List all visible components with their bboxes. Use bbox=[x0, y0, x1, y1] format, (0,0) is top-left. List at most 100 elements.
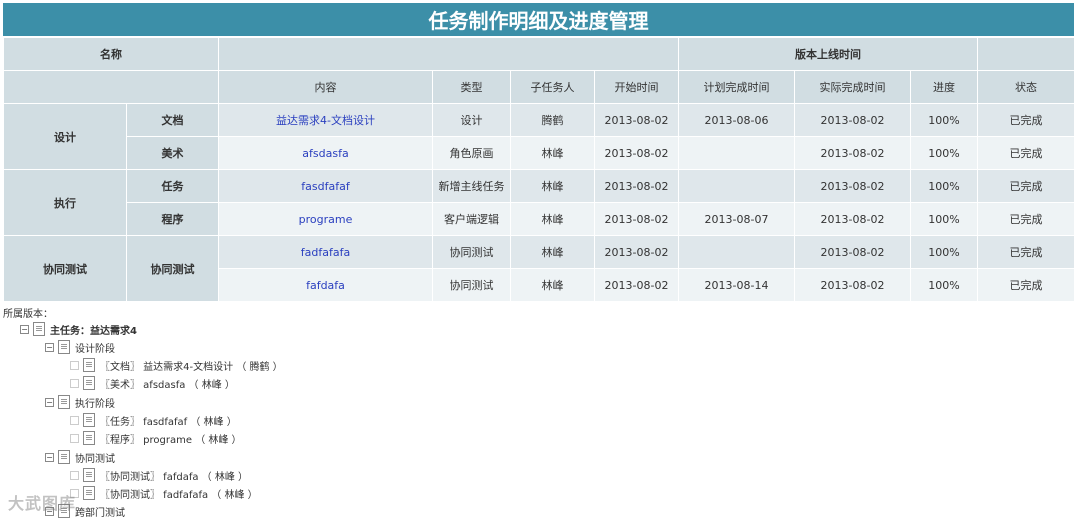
tree-node-item[interactable]: · 〖协同测试〗 fafdafa （ 林峰 ） bbox=[70, 467, 248, 483]
tree-node-phase[interactable]: − 执行阶段 bbox=[45, 394, 115, 410]
document-icon bbox=[83, 376, 95, 390]
col-header-actual: 实际完成时间 bbox=[794, 70, 911, 104]
task-link[interactable]: fasdfafaf bbox=[301, 180, 349, 193]
blank-header-end bbox=[977, 37, 1076, 71]
document-icon bbox=[83, 358, 95, 372]
task-table: 名称 版本上线时间 内容 类型 子任务人 开始时间 计划完成时间 实际完成时间 … bbox=[3, 37, 1076, 302]
actual-cell: 2013-08-02 bbox=[794, 268, 911, 302]
task-link[interactable]: 益达需求4-文档设计 bbox=[276, 114, 375, 127]
page: 任务制作明细及进度管理 名称 版本上线时间 内容 类型 子任务人 开始时间 计划… bbox=[0, 0, 1080, 524]
subcat-cell: 美术 bbox=[126, 136, 219, 170]
document-icon bbox=[58, 340, 70, 354]
col-header-content: 内容 bbox=[218, 70, 433, 104]
person-cell: 林峰 bbox=[510, 202, 595, 236]
plan-cell bbox=[678, 169, 795, 203]
subcat-cell: 协同测试 bbox=[126, 235, 219, 302]
person-cell: 林峰 bbox=[510, 235, 595, 269]
document-icon bbox=[83, 431, 95, 445]
document-icon bbox=[58, 450, 70, 464]
leaf-icon: · bbox=[70, 360, 79, 370]
tree-node-item[interactable]: · 〖文档〗 益达需求4-文档设计 （ 腾鹤 ） bbox=[70, 357, 283, 373]
tree-node-root[interactable]: − 主任务：益达需求4 bbox=[20, 321, 137, 337]
collapse-icon[interactable]: − bbox=[20, 324, 29, 334]
actual-cell: 2013-08-02 bbox=[794, 202, 911, 236]
version-time-header: 版本上线时间 bbox=[677, 37, 979, 71]
plan-cell: 2013-08-14 bbox=[678, 268, 795, 302]
tree-node-item[interactable]: · 〖协同测试〗 fadfafafa （ 林峰 ） bbox=[70, 485, 258, 501]
collapse-icon[interactable]: − bbox=[45, 452, 54, 462]
start-cell: 2013-08-02 bbox=[594, 103, 679, 137]
tree-node-phase[interactable]: − 设计阶段 bbox=[45, 339, 115, 355]
actual-cell: 2013-08-02 bbox=[794, 103, 911, 137]
progress-cell: 100% bbox=[909, 202, 979, 236]
document-icon bbox=[33, 322, 45, 336]
status-cell: 已完成 bbox=[977, 169, 1076, 203]
status-cell: 已完成 bbox=[977, 103, 1076, 137]
tree-node-item[interactable]: · 〖美术〗 afsdasfa （ 林峰 ） bbox=[70, 375, 235, 391]
col-header-plan: 计划完成时间 bbox=[678, 70, 795, 104]
actual-cell: 2013-08-02 bbox=[794, 235, 911, 269]
actual-cell: 2013-08-02 bbox=[794, 169, 911, 203]
start-cell: 2013-08-02 bbox=[594, 169, 679, 203]
col-header-progress: 进度 bbox=[909, 70, 979, 104]
start-cell: 2013-08-02 bbox=[594, 202, 679, 236]
table-row: 执行 任务 fasdfafaf 新增主线任务 林峰 2013-08-02 201… bbox=[3, 169, 1076, 236]
col-header-status: 状态 bbox=[977, 70, 1076, 104]
person-cell: 林峰 bbox=[510, 268, 595, 302]
table-row: 美术 afsdasfa 角色原画 林峰 2013-08-02 2013-08-0… bbox=[4, 136, 1076, 170]
progress-cell: 100% bbox=[909, 136, 979, 170]
col-header-person: 子任务人 bbox=[510, 70, 595, 104]
status-cell: 已完成 bbox=[977, 202, 1076, 236]
status-cell: 已完成 bbox=[977, 235, 1076, 269]
tree-node-phase[interactable]: − 协同测试 bbox=[45, 449, 115, 465]
group-execute: 执行 bbox=[3, 169, 127, 236]
type-cell: 客户端逻辑 bbox=[432, 202, 511, 236]
type-cell: 设计 bbox=[432, 103, 511, 137]
start-cell: 2013-08-02 bbox=[594, 136, 679, 170]
group-design: 设计 bbox=[3, 103, 127, 170]
tree-node-item[interactable]: · 〖任务〗 fasdfafaf （ 林峰 ） bbox=[70, 412, 237, 428]
plan-cell bbox=[678, 235, 795, 269]
subcat-cell: 程序 bbox=[126, 202, 219, 236]
document-icon bbox=[83, 486, 95, 500]
blank-header bbox=[218, 37, 679, 71]
leaf-icon: · bbox=[70, 470, 79, 480]
table-row: 程序 programe 客户端逻辑 林峰 2013-08-02 2013-08-… bbox=[4, 202, 1076, 236]
col-header-type: 类型 bbox=[432, 70, 511, 104]
col-header-start: 开始时间 bbox=[594, 70, 679, 104]
progress-cell: 100% bbox=[909, 103, 979, 137]
group-joint-test: 协同测试 bbox=[3, 235, 127, 302]
subcat-cell: 文档 bbox=[126, 103, 219, 137]
task-link[interactable]: programe bbox=[299, 213, 353, 226]
document-icon bbox=[83, 468, 95, 482]
document-icon bbox=[58, 395, 70, 409]
status-cell: 已完成 bbox=[977, 268, 1076, 302]
version-label: 所属版本： bbox=[3, 309, 53, 320]
collapse-icon[interactable]: − bbox=[45, 342, 54, 352]
document-icon bbox=[83, 413, 95, 427]
type-cell: 角色原画 bbox=[432, 136, 511, 170]
person-cell: 林峰 bbox=[510, 169, 595, 203]
task-link[interactable]: fadfafafa bbox=[301, 246, 350, 259]
table-row: 设计 文档 益达需求4-文档设计 设计 腾鹤 2013-08-02 2013-0… bbox=[3, 103, 1076, 170]
status-cell: 已完成 bbox=[977, 136, 1076, 170]
name-header: 名称 bbox=[3, 37, 219, 71]
page-title: 任务制作明细及进度管理 bbox=[3, 3, 1074, 36]
progress-cell: 100% bbox=[909, 169, 979, 203]
task-link[interactable]: afsdasfa bbox=[302, 147, 348, 160]
leaf-icon: · bbox=[70, 415, 79, 425]
table-row: 协同测试 协同测试 fadfafafa 协同测试 林峰 2013-08-02 2… bbox=[3, 235, 1076, 302]
start-cell: 2013-08-02 bbox=[594, 235, 679, 269]
person-cell: 腾鹤 bbox=[510, 103, 595, 137]
type-cell: 协同测试 bbox=[432, 268, 511, 302]
task-link[interactable]: fafdafa bbox=[306, 279, 345, 292]
blank-subheader bbox=[3, 70, 219, 104]
plan-cell bbox=[678, 136, 795, 170]
plan-cell: 2013-08-06 bbox=[678, 103, 795, 137]
watermark: 大武图库 bbox=[8, 494, 77, 513]
progress-cell: 100% bbox=[909, 235, 979, 269]
person-cell: 林峰 bbox=[510, 136, 595, 170]
tree-node-item[interactable]: · 〖程序〗 programe （ 林峰 ） bbox=[70, 430, 242, 446]
collapse-icon[interactable]: − bbox=[45, 397, 54, 407]
start-cell: 2013-08-02 bbox=[594, 268, 679, 302]
